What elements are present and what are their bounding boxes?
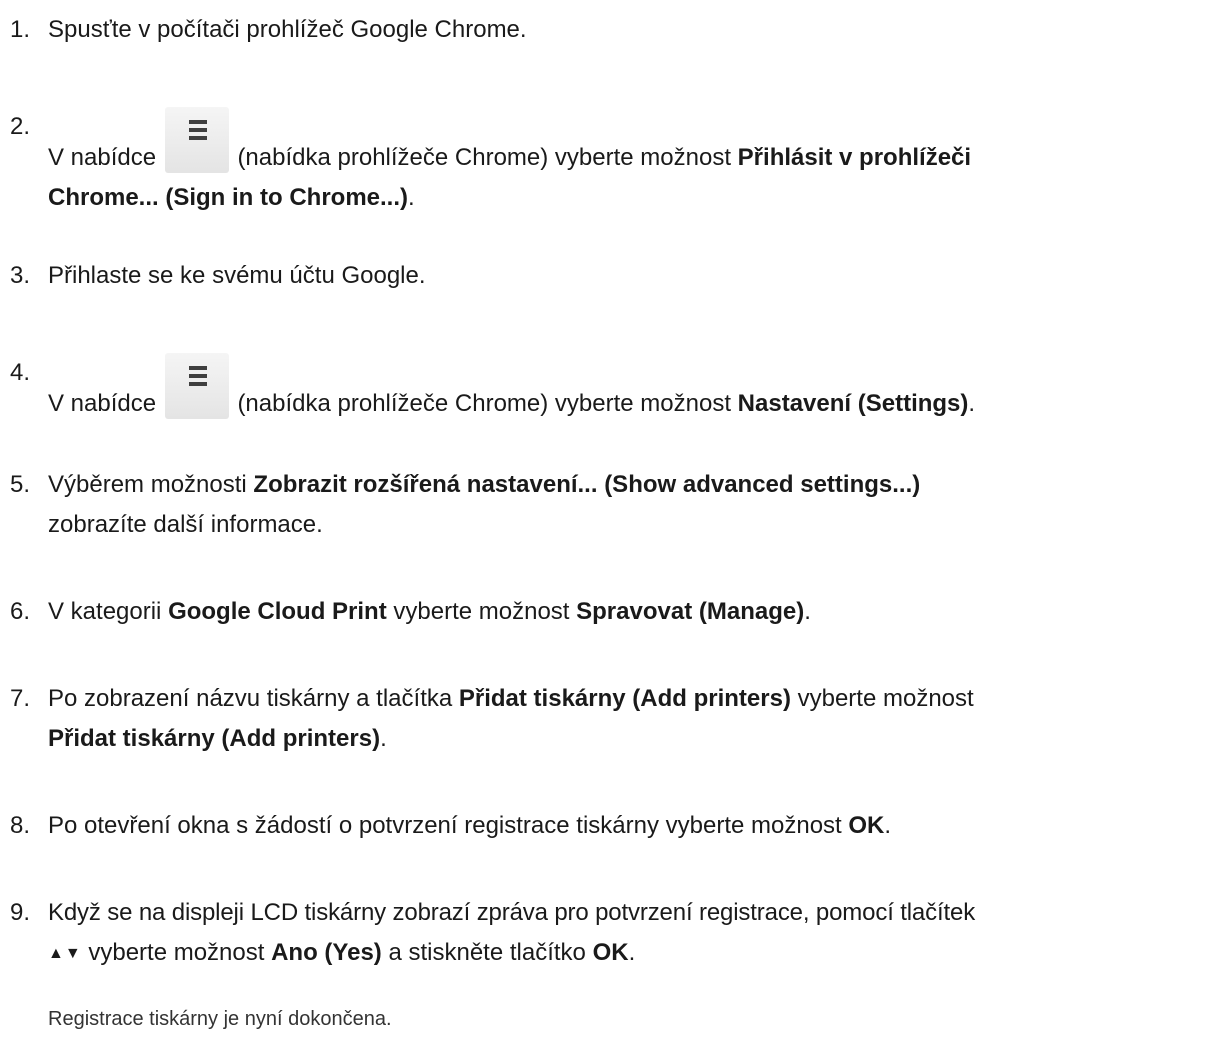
chrome-menu-icon (164, 353, 229, 419)
completion-note: Registrace tiskárny je nyní dokončena. (48, 1008, 392, 1030)
step-number: 7. (10, 685, 31, 712)
chrome-menu-icon (164, 107, 229, 173)
step-text: Přihlaste se ke svému účtu Google. (48, 262, 426, 289)
step-text: Spusťte v počítači prohlížeč Google Chro… (48, 16, 527, 43)
step-number: 2. (10, 113, 31, 140)
step-text: Po zobrazení názvu tiskárny a tlačítka P… (48, 685, 974, 752)
step-text: Když se na displeji LCD tiskárny zobrazí… (48, 899, 976, 966)
step-text: V nabídce (nabídka prohlížeče Chrome) vy… (48, 353, 1221, 424)
step-text: Po otevření okna s žádostí o potvrzení r… (48, 812, 892, 839)
step-text: Výběrem možnosti Zobrazit rozšířená nast… (48, 471, 921, 538)
step-text: V kategorii Google Cloud Print vyberte m… (48, 598, 811, 625)
step-text: V nabídce (nabídka prohlížeče Chrome) vy… (48, 107, 1221, 218)
step-number: 3. (10, 262, 31, 289)
step-number: 9. (10, 899, 31, 926)
up-down-arrows-icon: ▲▼ (48, 945, 82, 962)
step-number: 5. (10, 471, 31, 498)
step-number: 6. (10, 598, 31, 625)
instructions-page: 1. Spusťte v počítači prohlížeč Google C… (0, 0, 1223, 1038)
step-number: 8. (10, 812, 31, 839)
step-number: 4. (10, 359, 31, 386)
step-number: 1. (10, 16, 31, 43)
